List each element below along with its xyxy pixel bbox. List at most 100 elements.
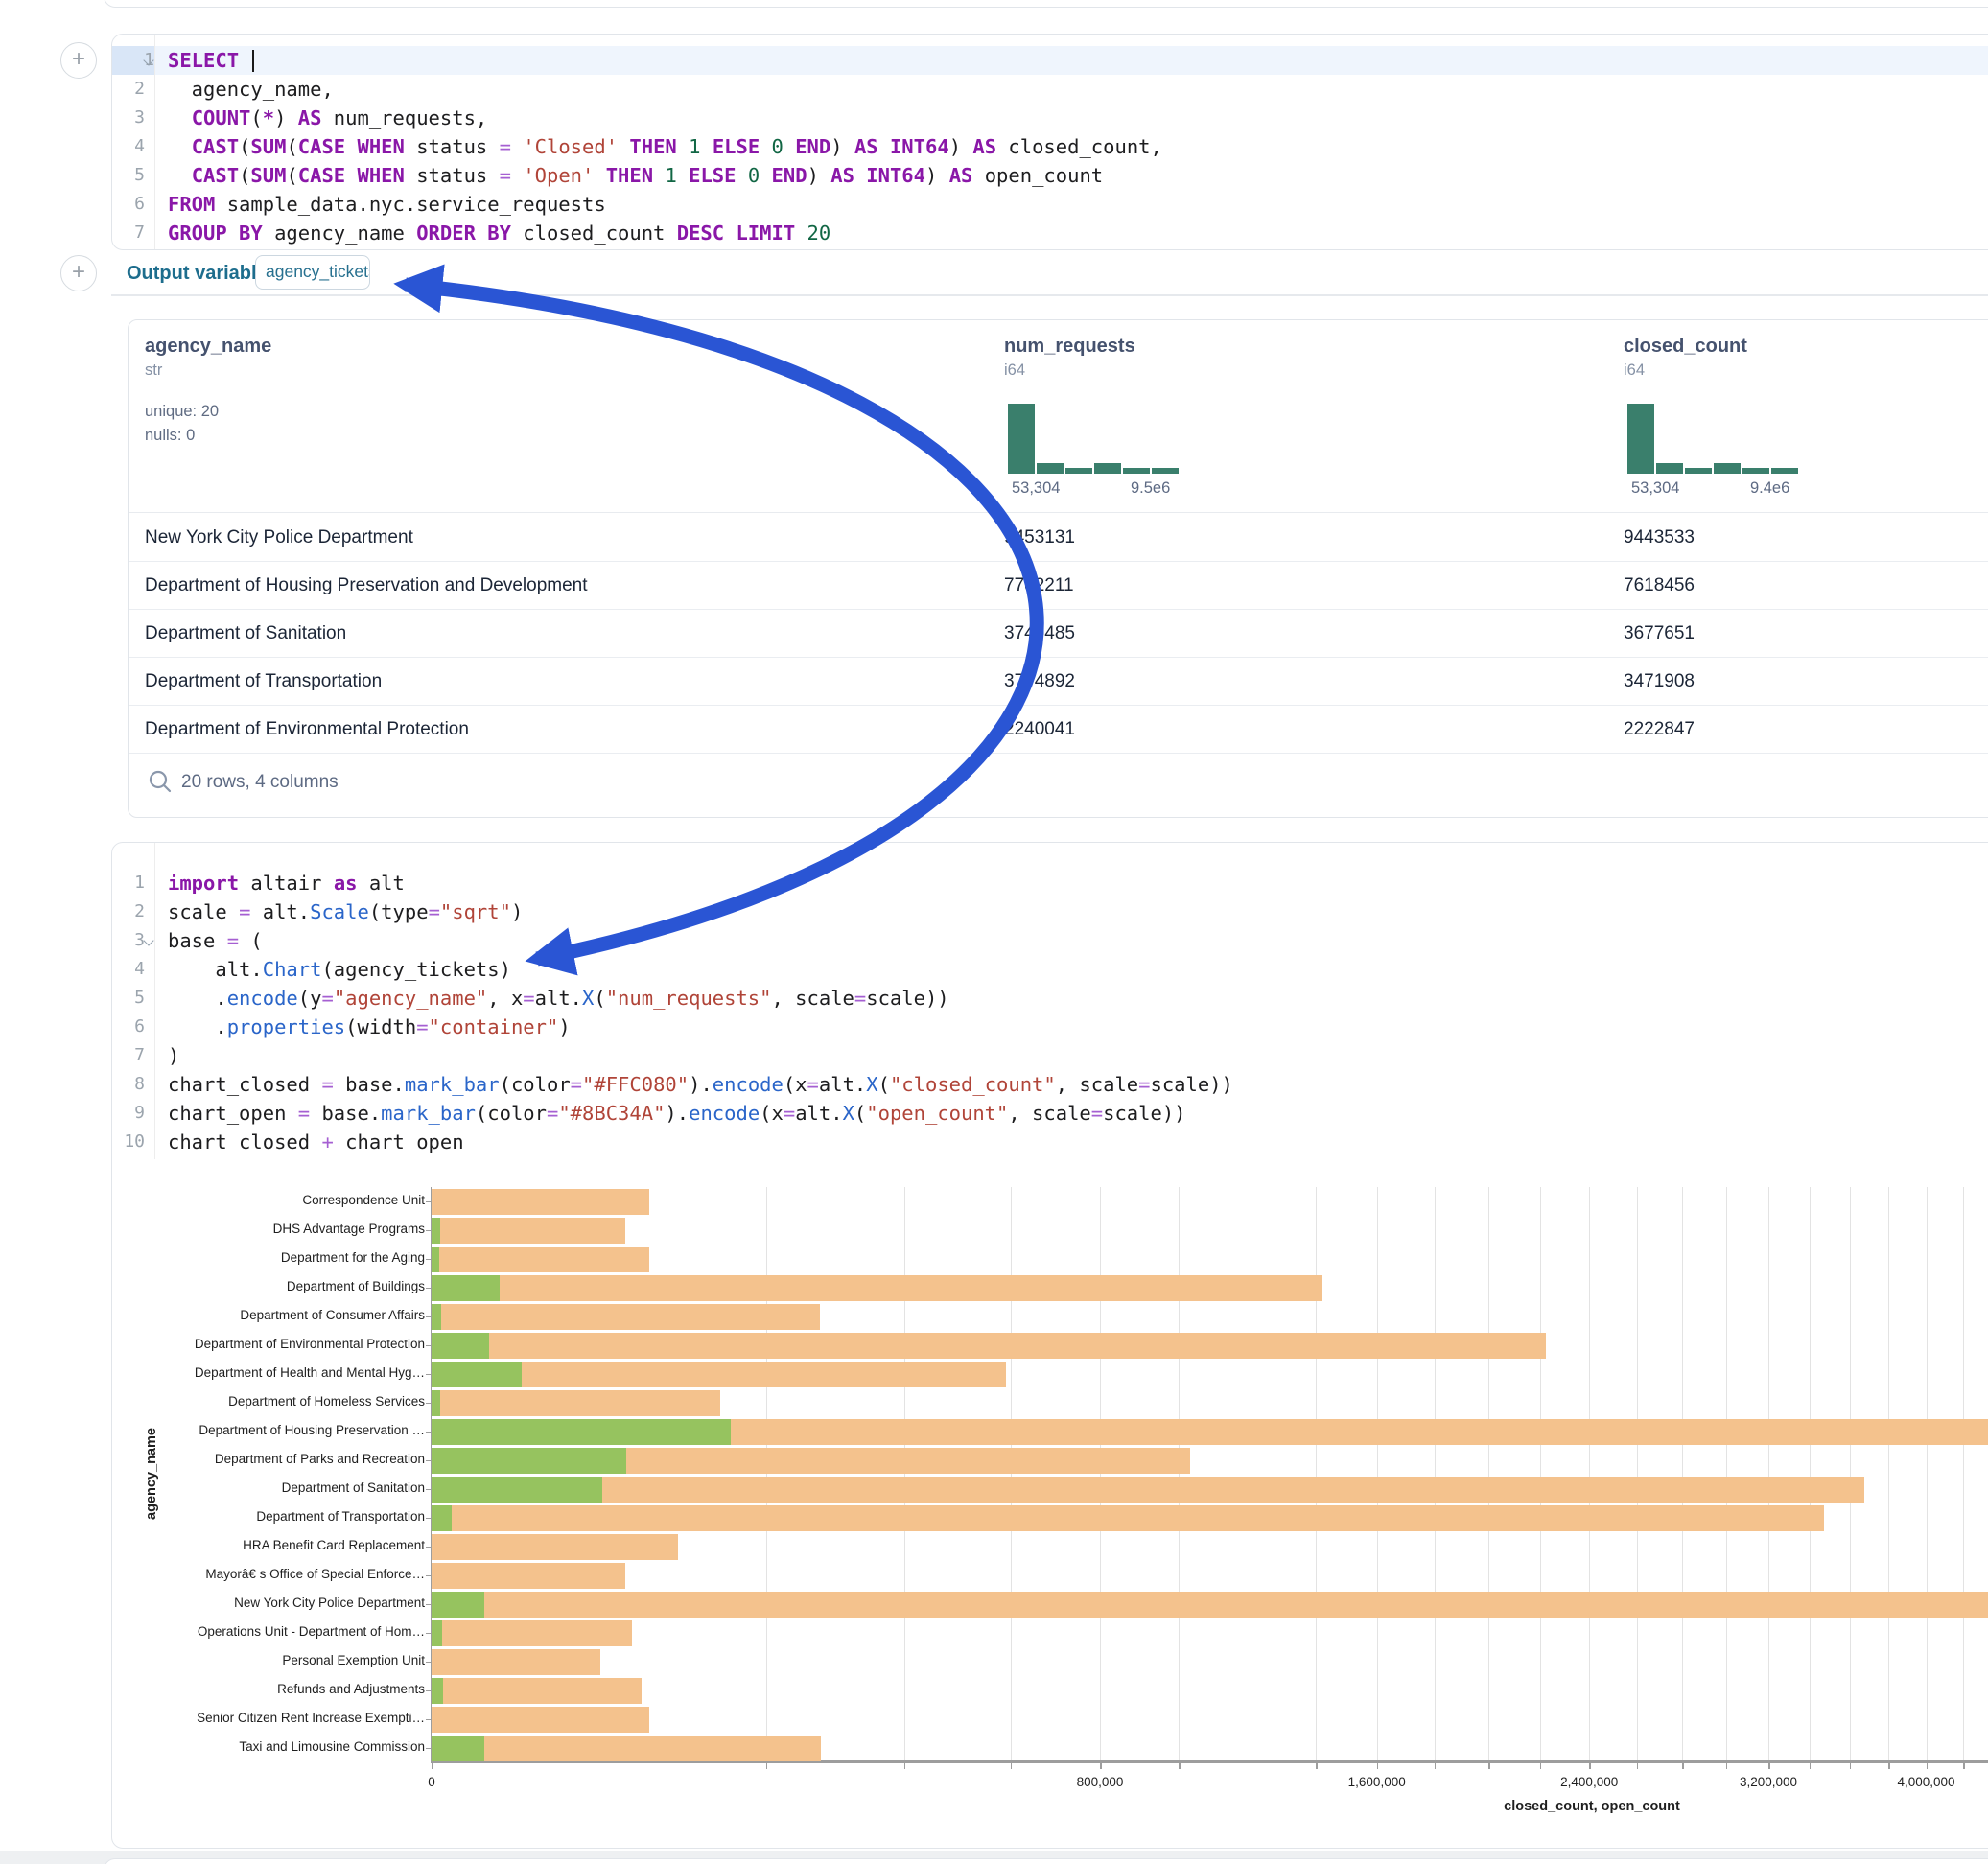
bar-closed [432, 1477, 1864, 1503]
output-variable-pill[interactable]: agency_tickets [255, 255, 370, 290]
dataframe-rows: New York City Police Department945313194… [129, 514, 1988, 754]
line-number: 4 [112, 132, 145, 161]
gridline [1963, 1187, 1964, 1760]
column-histogram [1008, 404, 1181, 474]
y-tick-label: Taxi and Limousine Commission [144, 1739, 425, 1754]
x-tick-label: 0 [428, 1775, 435, 1789]
y-tick-label: Personal Exemption Unit [144, 1653, 425, 1667]
bar-closed [432, 1333, 1546, 1359]
line-number: 7 [112, 1041, 145, 1070]
bar-open [432, 1304, 441, 1330]
search-icon[interactable] [148, 769, 173, 794]
column-name: agency_name [145, 336, 271, 358]
x-axis-tick [766, 1763, 768, 1769]
table-cell: 3749485 [1004, 610, 1075, 657]
y-tick-label: Operations Unit - Department of Hom… [144, 1624, 425, 1639]
code-line: alt.Chart(agency_tickets) [168, 955, 511, 984]
table-cell: Department of Environmental Protection [145, 706, 469, 753]
histogram-max-label: 9.4e6 [1750, 479, 1789, 498]
histogram-min-label: 53,304 [1631, 479, 1679, 498]
dataframe-preview: agency_namestrunique: 20nulls: 0num_requ… [128, 319, 1988, 818]
histogram-bar [1152, 468, 1179, 474]
code-line: COUNT(*) AS num_requests, [168, 104, 487, 132]
table-row[interactable]: New York City Police Department945313194… [129, 514, 1988, 562]
table-cell: 9443533 [1624, 514, 1695, 561]
bar-closed [432, 1275, 1322, 1301]
y-tick-label: New York City Police Department [144, 1596, 425, 1610]
code-line: GROUP BY agency_name ORDER BY closed_cou… [168, 219, 830, 247]
x-tick-label: 4,000,000 [1897, 1775, 1954, 1789]
line-number: 5 [112, 161, 145, 190]
chart-plot-area: 0800,0001,600,0002,400,0003,200,0004,000… [432, 1187, 1988, 1762]
x-axis-tick [1589, 1763, 1591, 1769]
table-cell: 7618456 [1624, 562, 1695, 609]
collapse-chevron-icon[interactable] [143, 935, 153, 945]
gridline [1810, 1187, 1811, 1760]
x-axis-tick [1927, 1763, 1929, 1769]
bar-open [432, 1218, 440, 1244]
python-code-editor[interactable]: 1import altair as alt2scale = alt.Scale(… [112, 843, 1988, 1159]
gridline [1179, 1187, 1180, 1760]
gridline [1726, 1187, 1727, 1760]
bar-closed [432, 1304, 820, 1330]
histogram-min-label: 53,304 [1012, 479, 1060, 498]
table-row[interactable]: Department of Housing Preservation and D… [129, 562, 1988, 610]
sql-code-editor[interactable]: 1SELECT 2 agency_name,3 COUNT(*) AS num_… [112, 35, 1988, 249]
column-stat: unique: 20 [145, 403, 219, 421]
line-number: 3 [112, 104, 145, 132]
column-header-closed_count[interactable]: closed_counti6453,3049.4e6 [1624, 320, 1747, 380]
add-cell-button-output[interactable]: + [60, 255, 97, 291]
x-axis-tick [1963, 1763, 1965, 1769]
code-line: .encode(y="agency_name", x=alt.X("num_re… [168, 984, 949, 1013]
code-line: agency_name, [168, 75, 334, 104]
next-cell-edge [104, 1858, 1988, 1864]
x-axis-tick [432, 1763, 433, 1769]
y-tick-label: HRA Benefit Card Replacement [144, 1538, 425, 1552]
gridline [1682, 1187, 1683, 1760]
bar-closed [432, 1736, 821, 1761]
table-row[interactable]: Department of Transportation377489234719… [129, 658, 1988, 706]
code-line: SELECT [168, 46, 254, 75]
code-line: scale = alt.Scale(type="sqrt") [168, 897, 523, 926]
y-tick-label: Department of Homeless Services [144, 1394, 425, 1409]
code-line: base = ( [168, 926, 263, 955]
table-row[interactable]: Department of Environmental Protection22… [129, 706, 1988, 754]
bar-closed [432, 1247, 649, 1272]
x-axis-tick [1377, 1763, 1379, 1769]
gridline [1850, 1187, 1851, 1760]
y-tick-label: Mayorâ€ s Office of Special Enforce… [144, 1567, 425, 1581]
text-cursor [252, 50, 254, 72]
column-header-num_requests[interactable]: num_requestsi6453,3049.5e6 [1004, 320, 1135, 380]
column-histogram [1627, 404, 1800, 474]
histogram-bar [1685, 468, 1712, 474]
bar-closed [432, 1534, 678, 1560]
column-name: closed_count [1624, 336, 1747, 358]
gridline [1927, 1187, 1928, 1760]
bar-open [432, 1448, 626, 1474]
x-tick-label: 3,200,000 [1740, 1775, 1797, 1789]
y-tick-label: Department of Environmental Protection [144, 1337, 425, 1351]
line-number: 8 [112, 1070, 145, 1099]
notebook-page: + + 1SELECT 2 agency_name,3 COUNT(*) AS … [0, 0, 1988, 1864]
histogram-bar [1771, 468, 1798, 474]
gridline [1100, 1187, 1101, 1760]
histogram-bar [1094, 463, 1121, 474]
column-type: str [145, 361, 271, 380]
column-header-agency_name[interactable]: agency_namestrunique: 20nulls: 0 [145, 320, 271, 380]
x-axis-tick [1540, 1763, 1542, 1769]
add-cell-button-top[interactable]: + [60, 42, 97, 79]
table-row[interactable]: Department of Sanitation37494853677651 [129, 610, 1988, 658]
column-name: num_requests [1004, 336, 1135, 358]
code-line: .properties(width="container") [168, 1013, 571, 1041]
bar-closed [432, 1189, 649, 1215]
gridline [1768, 1187, 1769, 1760]
x-axis-tick [1179, 1763, 1181, 1769]
bar-open [432, 1390, 440, 1416]
y-tick-label: Department of Sanitation [144, 1480, 425, 1495]
bar-closed [432, 1649, 600, 1675]
line-number: 1 [112, 869, 145, 897]
gridline [1435, 1187, 1436, 1760]
y-tick-label: Department of Consumer Affairs [144, 1308, 425, 1322]
histogram-bar [1627, 404, 1654, 474]
bar-open [432, 1736, 484, 1761]
